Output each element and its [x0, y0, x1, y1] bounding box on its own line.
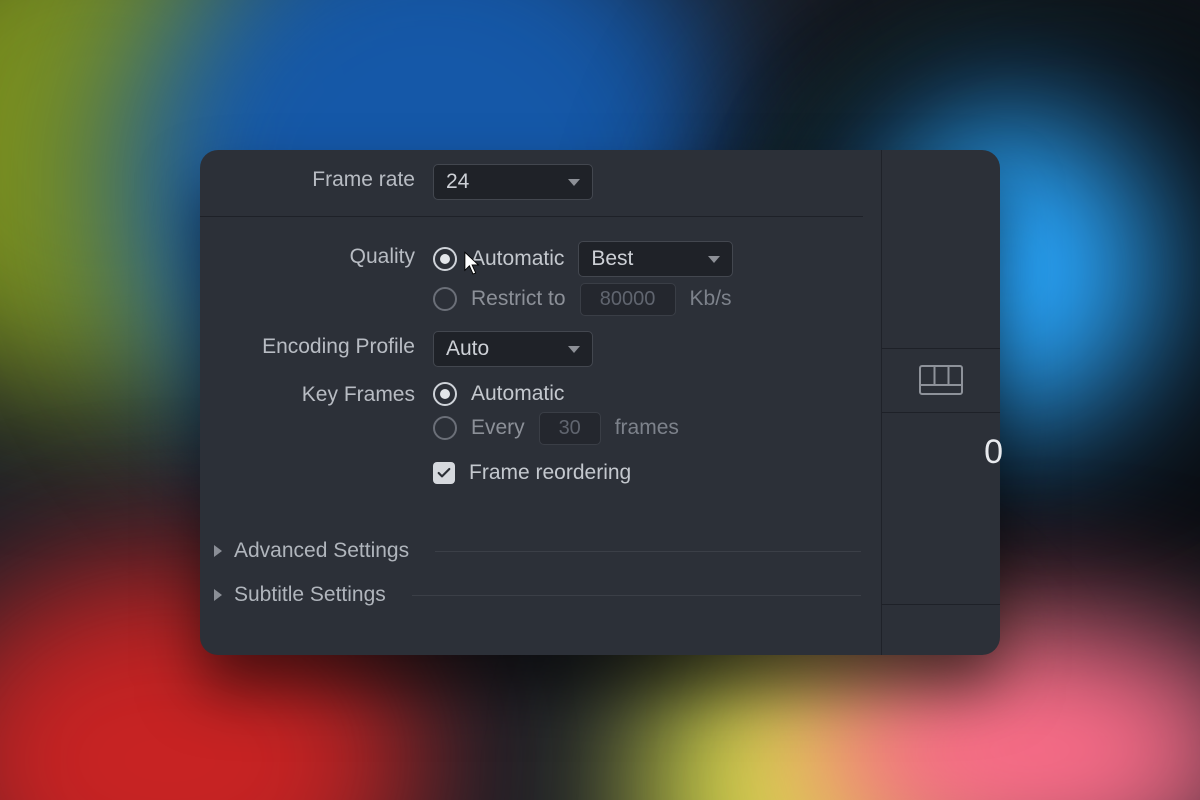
chevron-down-icon	[708, 256, 720, 263]
chevron-down-icon	[568, 346, 580, 353]
frame-rate-value: 24	[446, 170, 552, 194]
row-quality: Quality Automatic Best Restrict to 80000…	[200, 237, 881, 321]
quality-label: Quality	[200, 239, 433, 269]
quality-restrict-label: Restrict to	[471, 287, 566, 311]
divider	[412, 595, 861, 596]
quality-restrict-radio[interactable]	[433, 287, 457, 311]
keyframes-every-label: Every	[471, 416, 525, 440]
divider	[435, 551, 861, 552]
advanced-settings-header[interactable]: Advanced Settings	[200, 529, 881, 573]
chevron-right-icon	[214, 589, 222, 601]
keyframes-automatic-label: Automatic	[471, 382, 564, 406]
encoding-profile-label: Encoding Profile	[200, 329, 433, 359]
timecode-fragment: 0	[984, 433, 1004, 472]
side-panel: 0	[881, 150, 1000, 655]
keyframes-every-radio[interactable]	[433, 416, 457, 440]
row-key-frames: Key Frames Automatic Every 30 frames	[200, 375, 881, 495]
row-frame-rate: Frame rate 24	[200, 160, 881, 204]
quality-preset-value: Best	[591, 247, 692, 271]
frame-rate-dropdown[interactable]: 24	[433, 164, 593, 200]
quality-automatic-radio[interactable]	[433, 247, 457, 271]
settings-form: Frame rate 24 Quality Automatic B	[200, 150, 881, 655]
keyframes-every-unit: frames	[615, 416, 679, 440]
divider	[200, 216, 863, 217]
frame-reordering-checkbox[interactable]	[433, 462, 455, 484]
subtitle-settings-label: Subtitle Settings	[234, 583, 386, 607]
row-encoding-profile: Encoding Profile Auto	[200, 327, 881, 371]
divider	[882, 604, 1000, 605]
frame-reordering-label: Frame reordering	[469, 461, 631, 485]
encoding-profile-value: Auto	[446, 337, 552, 361]
key-frames-label: Key Frames	[200, 377, 433, 407]
check-icon	[436, 465, 452, 481]
export-settings-panel: Frame rate 24 Quality Automatic B	[200, 150, 1000, 655]
keyframes-every-input[interactable]: 30	[539, 412, 601, 445]
keyframes-automatic-radio[interactable]	[433, 382, 457, 406]
encoding-profile-dropdown[interactable]: Auto	[433, 331, 593, 367]
quality-bitrate-unit: Kb/s	[690, 287, 732, 311]
chevron-right-icon	[214, 545, 222, 557]
divider	[882, 348, 1000, 349]
quality-bitrate-input[interactable]: 80000	[580, 283, 676, 316]
advanced-settings-label: Advanced Settings	[234, 539, 409, 563]
subtitle-settings-header[interactable]: Subtitle Settings	[200, 573, 881, 617]
chevron-down-icon	[568, 179, 580, 186]
frame-rate-label: Frame rate	[200, 162, 433, 192]
quality-automatic-label: Automatic	[471, 247, 564, 271]
quality-preset-dropdown[interactable]: Best	[578, 241, 733, 277]
divider	[882, 412, 1000, 413]
keyboard-icon[interactable]	[882, 365, 1000, 395]
